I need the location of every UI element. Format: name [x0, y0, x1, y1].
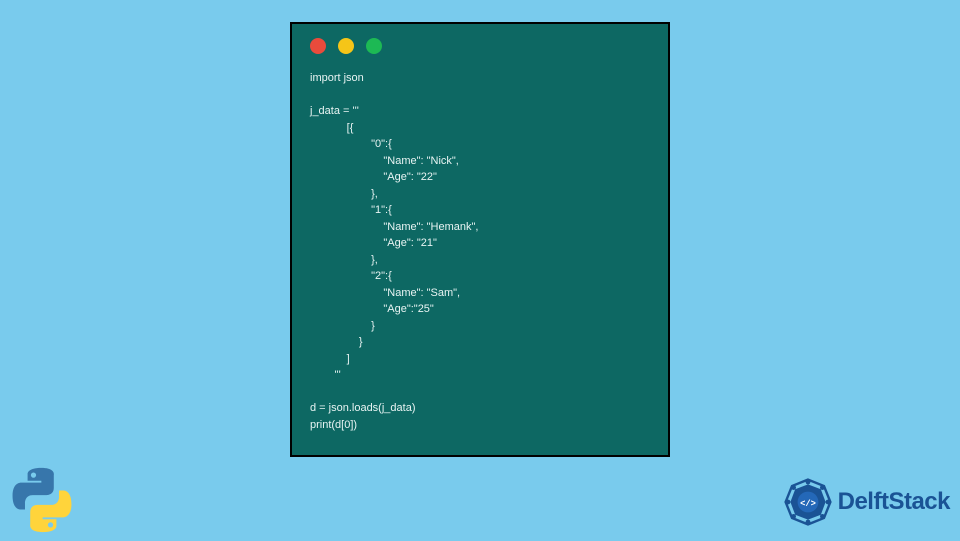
close-icon	[310, 38, 326, 54]
maximize-icon	[366, 38, 382, 54]
delftstack-logo: </> DelftStack	[784, 478, 950, 526]
python-logo-icon	[6, 464, 78, 536]
delftstack-badge-icon: </>	[784, 478, 832, 526]
window-controls	[292, 24, 668, 60]
svg-text:</>: </>	[800, 499, 816, 509]
code-window: import json j_data = ''' [{ "0":{ "Name"…	[290, 22, 670, 457]
delftstack-brand-text: DelftStack	[838, 488, 950, 516]
code-content: import json j_data = ''' [{ "0":{ "Name"…	[292, 60, 668, 443]
minimize-icon	[338, 38, 354, 54]
